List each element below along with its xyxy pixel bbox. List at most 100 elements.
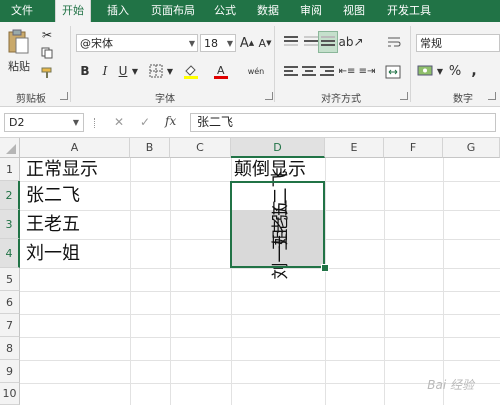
tab-developer[interactable]: 开发工具 bbox=[380, 0, 438, 22]
chevron-down-icon[interactable]: ▼ bbox=[166, 62, 174, 80]
formula-input[interactable]: 张二飞 bbox=[190, 113, 496, 132]
alignment-launcher-icon[interactable] bbox=[400, 92, 408, 100]
tab-view[interactable]: 视图 bbox=[337, 0, 371, 22]
font-size-select[interactable]: 18 ▼ bbox=[200, 34, 236, 52]
font-launcher-icon[interactable] bbox=[265, 92, 273, 100]
chevron-down-icon[interactable]: ▼ bbox=[73, 114, 79, 131]
tab-data[interactable]: 数据 bbox=[251, 0, 285, 22]
alignment-group-label: 对齐方式 bbox=[321, 94, 361, 105]
number-launcher-icon[interactable] bbox=[488, 92, 496, 100]
gridline bbox=[20, 268, 500, 269]
align-bottom-button[interactable] bbox=[318, 31, 338, 53]
percent-style-button[interactable]: % bbox=[448, 62, 462, 80]
borders-icon[interactable] bbox=[148, 63, 164, 79]
increase-indent-icon[interactable]: ≡⇥ bbox=[358, 62, 376, 80]
row-header-3[interactable]: 3 bbox=[0, 210, 20, 239]
column-header-g[interactable]: G bbox=[443, 138, 500, 158]
name-box[interactable]: D2 ▼ bbox=[4, 113, 84, 132]
format-painter-icon[interactable] bbox=[40, 66, 54, 80]
gridline bbox=[325, 158, 326, 405]
underline-button[interactable]: U bbox=[116, 62, 130, 80]
number-format-value: 常规 bbox=[420, 37, 442, 50]
align-right-icon[interactable] bbox=[320, 66, 334, 78]
copy-icon[interactable] bbox=[40, 46, 54, 60]
svg-text:A: A bbox=[217, 64, 225, 77]
cell-a2[interactable]: 张二飞 bbox=[26, 187, 80, 205]
font-color-icon[interactable]: A bbox=[212, 62, 230, 80]
gridline bbox=[443, 158, 444, 405]
accounting-format-icon[interactable] bbox=[416, 62, 434, 80]
orientation-icon[interactable]: ab↗ bbox=[338, 33, 363, 51]
select-all-corner[interactable] bbox=[0, 138, 20, 158]
formula-bar: D2 ▼ ✕ ✓ fx 张二飞 bbox=[0, 107, 500, 138]
insert-function-icon[interactable]: fx bbox=[165, 114, 176, 128]
paste-icon[interactable] bbox=[6, 28, 30, 56]
ribbon: 粘贴 ✂ 剪贴板 @宋体 ▼ 18 ▼ A ▲ A ▼ B I U ▼ ▼ A wén … bbox=[0, 22, 500, 107]
cell-a3[interactable]: 王老五 bbox=[26, 216, 80, 234]
number-format-select[interactable]: 常规 bbox=[416, 34, 500, 52]
chevron-down-icon[interactable]: ▼ bbox=[436, 62, 444, 80]
fill-handle[interactable] bbox=[321, 264, 329, 272]
row-header-1[interactable]: 1 bbox=[0, 158, 20, 181]
gridline bbox=[20, 360, 500, 361]
fill-color-icon[interactable] bbox=[182, 62, 200, 80]
gridline bbox=[384, 158, 385, 405]
grow-font-icon[interactable]: A ▲ bbox=[240, 34, 254, 52]
column-header-f[interactable]: F bbox=[384, 138, 443, 158]
align-middle-icon[interactable] bbox=[304, 36, 318, 48]
row-header-6[interactable]: 6 bbox=[0, 291, 20, 314]
row-header-4[interactable]: 4 bbox=[0, 239, 20, 268]
cell-a1[interactable]: 正常显示 bbox=[26, 161, 98, 179]
tab-review[interactable]: 审阅 bbox=[294, 0, 328, 22]
gridline bbox=[130, 158, 131, 405]
tab-page-layout[interactable]: 页面布局 bbox=[144, 0, 202, 22]
decrease-indent-icon[interactable]: ⇤≡ bbox=[338, 62, 356, 80]
font-name-value: @宋体 bbox=[80, 37, 113, 50]
row-header-2[interactable]: 2 bbox=[0, 181, 20, 210]
row-header-5[interactable]: 5 bbox=[0, 268, 20, 291]
column-header-d[interactable]: D bbox=[231, 138, 325, 158]
column-header-b[interactable]: B bbox=[130, 138, 170, 158]
watermark-text: Bai 经验 bbox=[427, 378, 474, 392]
row-header-10[interactable]: 10 bbox=[0, 383, 20, 405]
row-header-7[interactable]: 7 bbox=[0, 314, 20, 337]
font-name-select[interactable]: @宋体 ▼ bbox=[76, 34, 198, 52]
gridline bbox=[20, 291, 500, 292]
column-header-e[interactable]: E bbox=[325, 138, 384, 158]
font-group-label: 字体 bbox=[155, 94, 175, 105]
enter-icon[interactable]: ✓ bbox=[140, 115, 150, 129]
clipboard-launcher-icon[interactable] bbox=[60, 92, 68, 100]
column-header-a[interactable]: A bbox=[20, 138, 130, 158]
row-header-8[interactable]: 8 bbox=[0, 337, 20, 360]
bold-button[interactable]: B bbox=[78, 62, 92, 80]
tab-file[interactable]: 文件 bbox=[0, 0, 44, 22]
cell-a4[interactable]: 刘一姐 bbox=[26, 245, 80, 263]
tab-home[interactable]: 开始 bbox=[55, 0, 91, 22]
number-group-label: 数字 bbox=[453, 94, 473, 105]
grip-handle[interactable] bbox=[94, 118, 98, 128]
paste-label[interactable]: 粘贴 bbox=[8, 58, 30, 74]
separator bbox=[410, 26, 411, 102]
align-left-icon[interactable] bbox=[284, 66, 298, 78]
italic-button[interactable]: I bbox=[98, 62, 112, 80]
separator bbox=[274, 26, 275, 102]
gridline bbox=[20, 314, 500, 315]
cancel-icon[interactable]: ✕ bbox=[114, 115, 124, 129]
chevron-down-icon[interactable]: ▼ bbox=[131, 62, 139, 80]
wrap-text-icon[interactable] bbox=[386, 33, 402, 51]
column-header-c[interactable]: C bbox=[170, 138, 231, 158]
comma-style-button[interactable]: , bbox=[468, 62, 480, 80]
shrink-font-icon[interactable]: A ▼ bbox=[258, 34, 272, 52]
ribbon-tab-bar: 文件 开始 插入 页面布局 公式 数据 审阅 视图 开发工具 bbox=[0, 0, 500, 22]
phonetic-guide-button[interactable]: wén bbox=[246, 62, 266, 80]
row-header-9[interactable]: 9 bbox=[0, 360, 20, 383]
merge-center-icon[interactable] bbox=[384, 64, 402, 80]
tab-insert[interactable]: 插入 bbox=[100, 0, 136, 22]
tab-formulas[interactable]: 公式 bbox=[208, 0, 242, 22]
name-box-value: D2 bbox=[9, 116, 25, 129]
worksheet-grid[interactable]: A B C D E F G 1 2 3 4 5 6 7 8 9 10 正常显示 … bbox=[0, 138, 500, 405]
cut-icon[interactable]: ✂ bbox=[40, 28, 54, 42]
align-center-icon[interactable] bbox=[302, 66, 316, 78]
align-top-icon[interactable] bbox=[284, 36, 298, 48]
gridline bbox=[170, 158, 171, 405]
